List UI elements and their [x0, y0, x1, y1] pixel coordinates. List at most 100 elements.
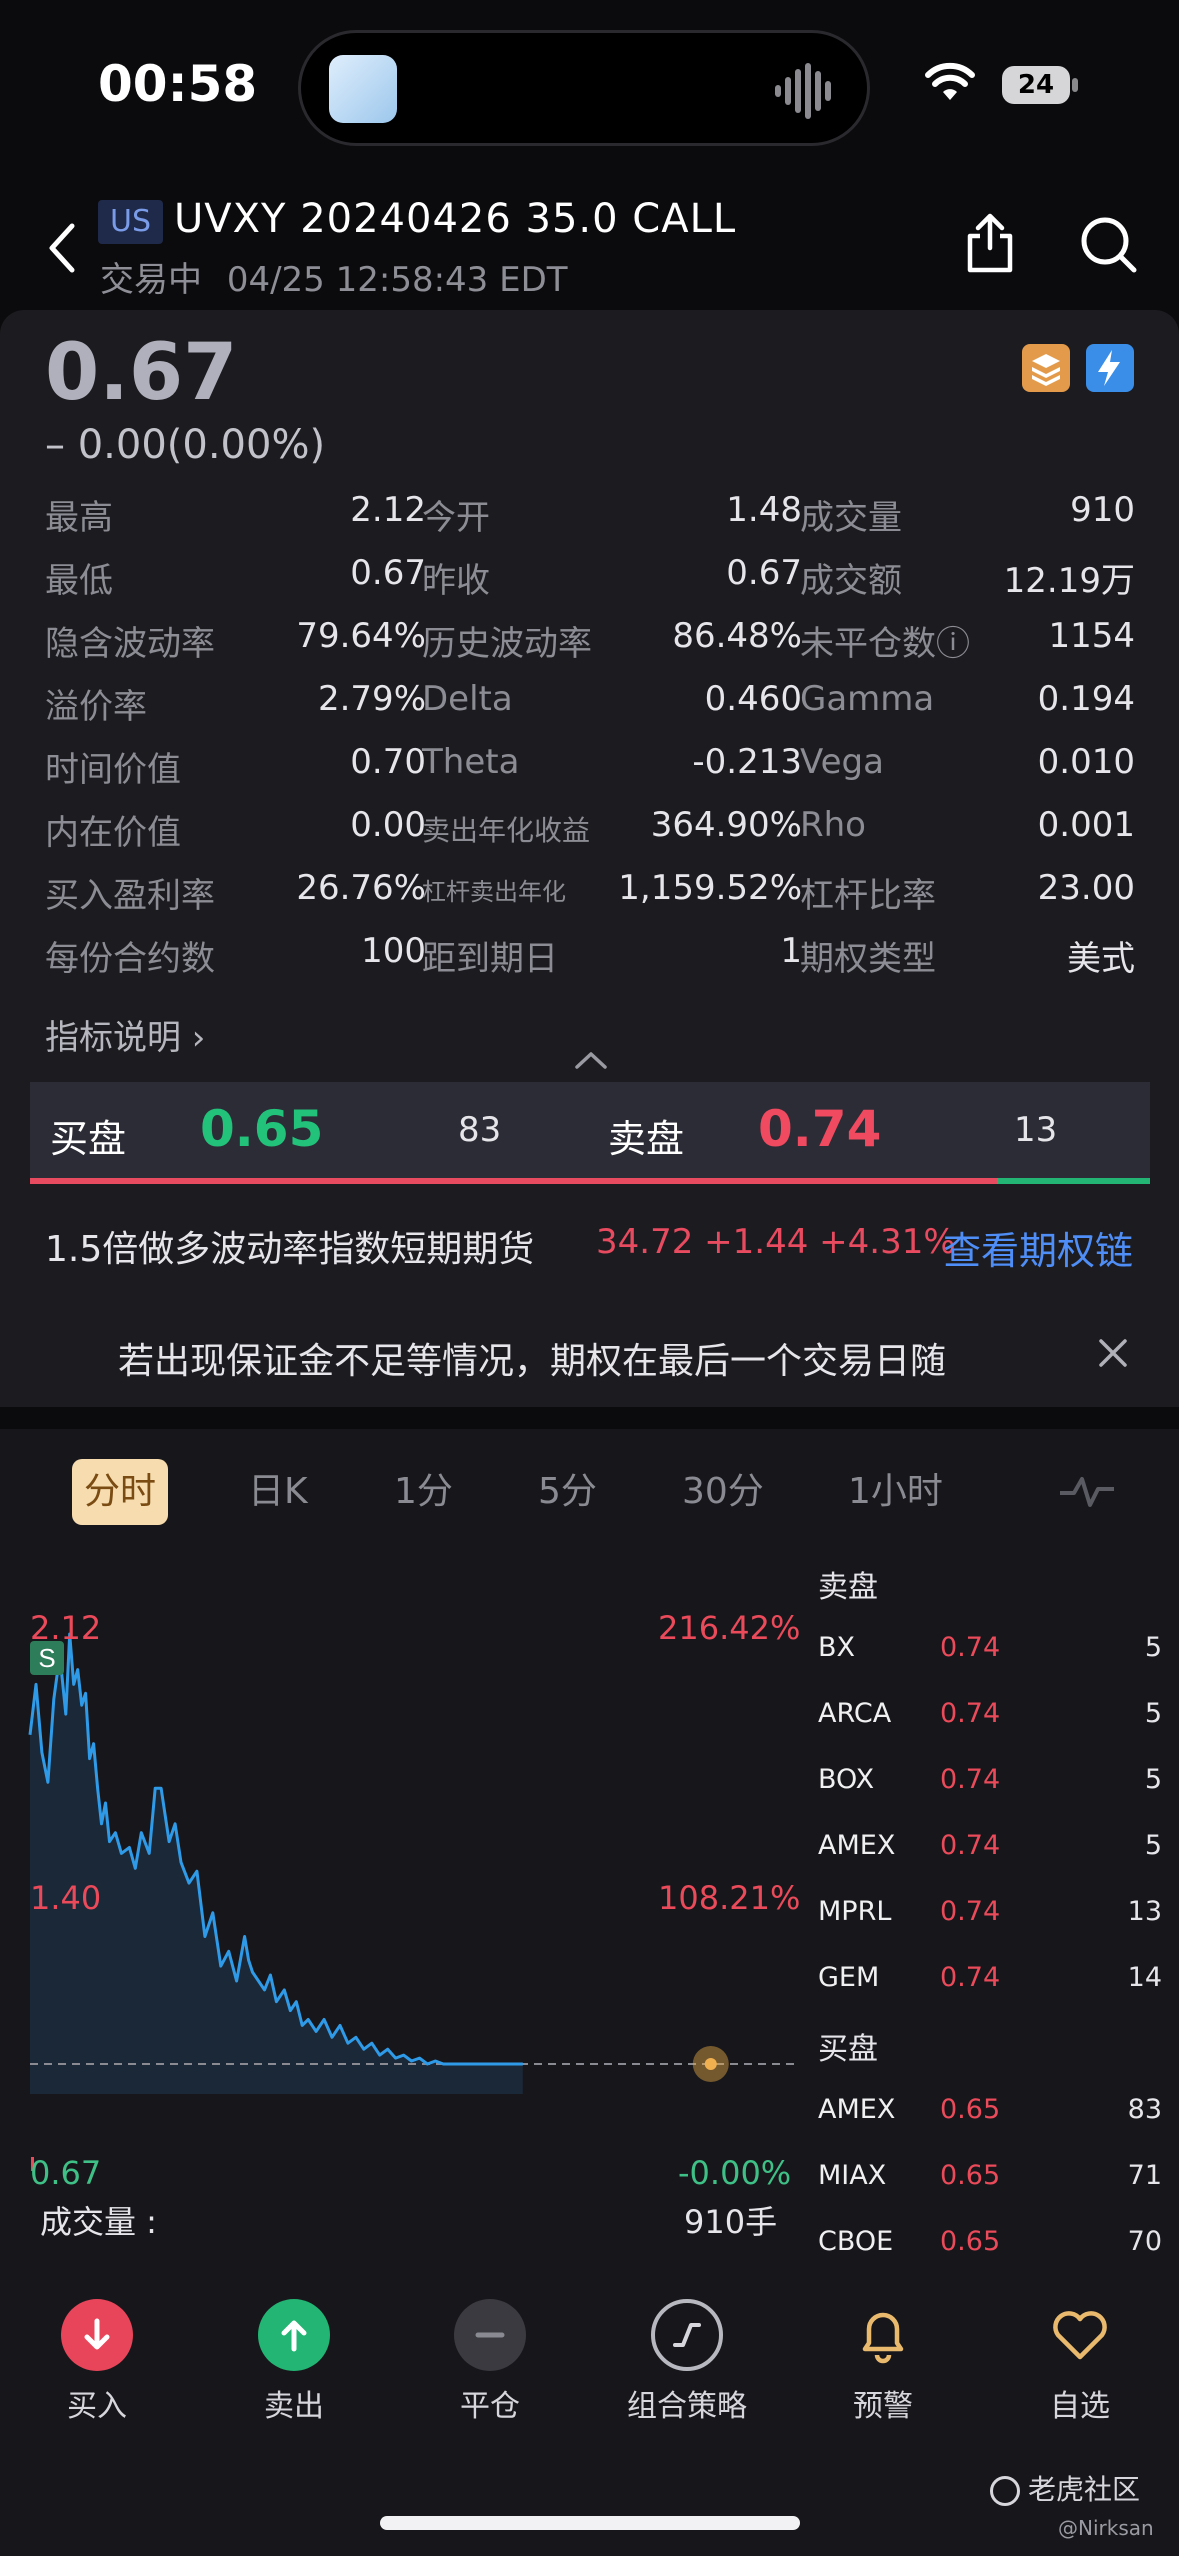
- tab-1min[interactable]: 1分: [382, 1459, 465, 1525]
- strategy-button[interactable]: 组合策略: [612, 2299, 762, 2425]
- header: US UVXY 20240426 35.0 CALL 交易中 04/25 12:…: [0, 190, 1179, 310]
- stat-value: 100: [361, 931, 426, 971]
- bid-quantity: 83: [458, 1110, 502, 1150]
- tiger-logo-icon: [990, 2476, 1020, 2506]
- exchange-name: AMEX: [818, 1830, 896, 1861]
- sell-label: 卖出: [264, 2389, 324, 2424]
- chart-mid-label: 1.40: [30, 1879, 102, 1917]
- stats-row: 每份合约数 100 距到期日 1 期权类型 美式: [45, 923, 1135, 986]
- tab-intraday[interactable]: 分时: [72, 1459, 169, 1525]
- chart-low-pct: -0.00%: [678, 2154, 792, 2192]
- watchlist-label: 自选: [1050, 2389, 1110, 2424]
- stat-label: 溢价率: [45, 687, 147, 727]
- order-qty: 13: [1127, 1896, 1162, 1927]
- close-icon[interactable]: [1098, 1338, 1128, 1368]
- page-title: UVXY 20240426 35.0 CALL: [174, 196, 737, 242]
- strategy-label: 组合策略: [627, 2389, 747, 2424]
- order-price: 0.74: [940, 1698, 1001, 1729]
- order-book-bid-header: 买盘: [818, 2032, 878, 2067]
- watchlist-button[interactable]: 自选: [1005, 2299, 1155, 2425]
- stat-label: 昨收: [422, 561, 490, 601]
- stat-label-open-interest[interactable]: 未平仓数ⓘ: [800, 616, 970, 665]
- alert-button[interactable]: 预警: [808, 2299, 958, 2425]
- stats-row: 最高 2.12 今开 1.48 成交量 910: [45, 482, 1135, 545]
- stat-value: -0.213: [692, 742, 802, 782]
- order-book-ask-row: BX 0.74 5: [818, 1632, 1168, 1672]
- stat-label: Vega: [800, 742, 884, 782]
- ask-ratio-bar: [30, 1178, 997, 1184]
- layers-icon[interactable]: [1022, 344, 1070, 392]
- stat-label: 最高: [45, 498, 113, 538]
- wifi-icon: [925, 62, 975, 100]
- buy-button[interactable]: 买入: [22, 2299, 172, 2425]
- arrow-up-icon: [258, 2299, 330, 2371]
- back-icon[interactable]: [42, 218, 82, 278]
- market-badge: US: [98, 200, 164, 244]
- tab-30min[interactable]: 30分: [670, 1459, 776, 1525]
- indicator-explanation-link[interactable]: 指标说明 ›: [45, 1010, 205, 1059]
- volume-label: 成交量 :: [40, 2203, 157, 2241]
- chart-section: 分时 日K 1分 5分 30分 1小时 S 2.12 216.42% 1.40 …: [0, 1429, 1179, 2289]
- exchange-name: CBOE: [818, 2226, 894, 2257]
- battery-tip: [1072, 78, 1078, 92]
- stat-label: 期权类型: [800, 939, 936, 979]
- order-book-ask-row: AMEX 0.74 5: [818, 1830, 1168, 1870]
- order-price: 0.74: [940, 1962, 1001, 1993]
- order-price: 0.74: [940, 1830, 1001, 1861]
- order-qty: 70: [1127, 2226, 1162, 2257]
- stat-label: 每份合约数: [45, 939, 215, 979]
- order-price: 0.74: [940, 1896, 1001, 1927]
- order-price: 0.65: [940, 2226, 1001, 2257]
- flash-trade-icon[interactable]: [1086, 344, 1134, 392]
- stat-label: Rho: [800, 805, 866, 845]
- share-icon[interactable]: [962, 212, 1018, 274]
- underlying-quote: 34.72 +1.44 +4.31%: [596, 1222, 956, 1262]
- alert-label: 预警: [853, 2389, 913, 2424]
- chart-area-fill: [30, 1634, 523, 2094]
- arrow-down-icon: [61, 2299, 133, 2371]
- order-qty: 5: [1144, 1830, 1162, 1861]
- order-qty: 5: [1144, 1632, 1162, 1663]
- buy-label: 买入: [67, 2389, 127, 2424]
- underlying-name[interactable]: 1.5倍做多波动率指数短期期货: [45, 1220, 534, 1272]
- order-price: 0.74: [940, 1632, 1001, 1663]
- stat-value: 美式: [1067, 939, 1135, 979]
- stat-label: 杠杆比率: [800, 876, 936, 916]
- home-indicator[interactable]: [380, 2516, 800, 2530]
- tab-5min[interactable]: 5分: [526, 1459, 609, 1525]
- status-bar: 00:58 24: [0, 0, 1179, 170]
- sell-button[interactable]: 卖出: [219, 2299, 369, 2425]
- current-point-marker: [704, 2058, 717, 2070]
- chart-mid-pct: 108.21%: [658, 1879, 801, 1917]
- chart-tabs: 分时 日K 1分 5分 30分 1小时: [0, 1459, 1179, 1529]
- bid-ask-bar[interactable]: 买盘 0.65 83 卖盘 0.74 13: [30, 1082, 1150, 1184]
- option-chain-link[interactable]: 查看期权链: [943, 1220, 1133, 1275]
- stat-label: Gamma: [800, 679, 935, 719]
- stat-value: 0.010: [1037, 742, 1135, 782]
- tiger-community-watermark: 老虎社区: [990, 2468, 1140, 2508]
- ask-price: 0.74: [758, 1100, 882, 1158]
- exchange-name: MIAX: [818, 2160, 887, 2191]
- stat-value: 23.00: [1037, 868, 1135, 908]
- stat-value: 0.67: [350, 553, 426, 593]
- order-book-bid-row: AMEX 0.65 83: [818, 2094, 1168, 2134]
- stat-label: 卖出年化收益: [422, 814, 591, 847]
- tab-1hour[interactable]: 1小时: [836, 1459, 955, 1525]
- tab-daily-k[interactable]: 日K: [236, 1459, 320, 1525]
- audio-wave-icon: [775, 63, 831, 119]
- stat-value: 26.76%: [296, 868, 426, 908]
- search-icon[interactable]: [1078, 214, 1138, 274]
- close-position-button[interactable]: 平仓: [415, 2299, 565, 2425]
- margin-notice[interactable]: 若出现保证金不足等情况，期权在最后一个交易日随: [118, 1332, 946, 1384]
- chart-settings-icon[interactable]: [1058, 1471, 1116, 1511]
- bid-price: 0.65: [200, 1100, 324, 1158]
- order-qty: 83: [1127, 2094, 1162, 2125]
- collapse-caret-icon[interactable]: [574, 1050, 608, 1070]
- chart-high-label: 2.12: [30, 1609, 102, 1647]
- ask-quantity: 13: [1014, 1110, 1058, 1150]
- stat-value: 86.48%: [672, 616, 802, 656]
- strategy-icon: [651, 2299, 723, 2371]
- order-book-ask-row: GEM 0.74 14: [818, 1962, 1168, 2002]
- stats-row: 溢价率 2.79% Delta 0.460 Gamma 0.194: [45, 671, 1135, 734]
- stat-value: 0.00: [350, 805, 426, 845]
